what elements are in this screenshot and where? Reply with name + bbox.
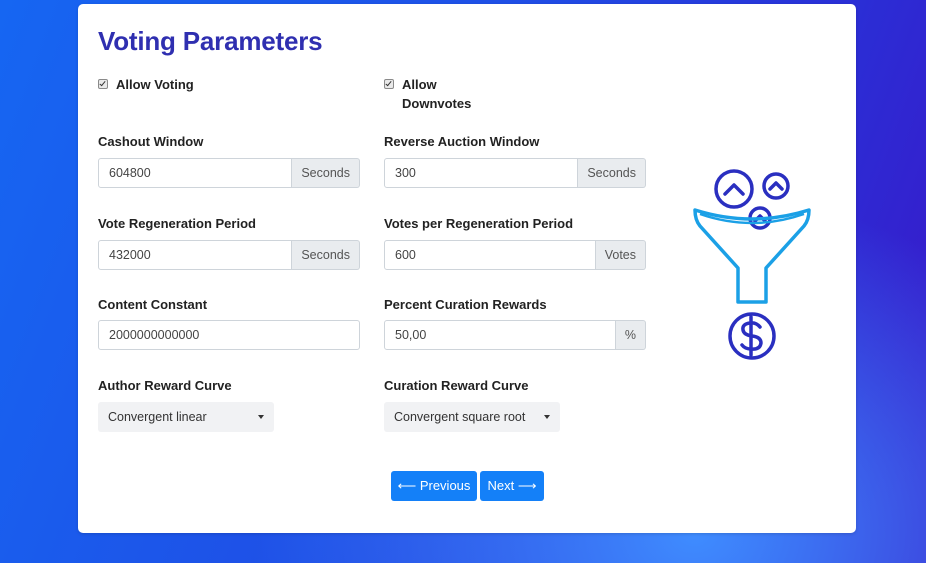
reverse-auction-window-unit: Seconds — [578, 158, 646, 188]
percent-curation-rewards-input[interactable]: 50,00 — [384, 320, 616, 350]
votes-per-regeneration-period-input[interactable]: 600 — [384, 240, 596, 270]
content-constant-input[interactable]: 2000000000000 — [98, 320, 360, 350]
chevron-down-icon — [544, 415, 550, 419]
dollar-coin-icon — [728, 312, 776, 360]
funnel-icon — [693, 208, 811, 304]
percent-curation-rewards-group: 50,00 % — [384, 320, 646, 350]
curation-reward-curve-select[interactable]: Convergent square root — [384, 402, 560, 432]
funnel-coins-dollar-icon — [693, 169, 811, 360]
allow-downvotes-checkbox[interactable] — [384, 79, 394, 89]
page-title: Voting Parameters — [98, 26, 323, 56]
allow-downvotes-label: Allow Downvotes — [402, 75, 471, 113]
percent-curation-rewards-unit: % — [615, 320, 646, 350]
author-reward-curve-select[interactable]: Convergent linear — [98, 402, 274, 432]
percent-curation-rewards-label: Percent Curation Rewards — [384, 297, 547, 312]
author-reward-curve-label: Author Reward Curve — [98, 378, 232, 393]
reverse-auction-window-group: 300 Seconds — [384, 158, 646, 188]
cashout-window-unit: Seconds — [292, 158, 360, 188]
curation-reward-curve-value: Convergent square root — [394, 410, 526, 424]
vote-regeneration-period-group: 432000 Seconds — [98, 240, 360, 270]
reverse-auction-window-label: Reverse Auction Window — [384, 134, 540, 149]
allow-voting-checkbox-row[interactable]: Allow Voting — [98, 75, 194, 94]
cashout-window-input[interactable]: 604800 — [98, 158, 293, 188]
next-button[interactable]: Next ⟶ — [480, 471, 544, 501]
votes-per-regeneration-period-group: 600 Votes — [384, 240, 646, 270]
upvote-coin-medium-icon — [762, 172, 790, 200]
chevron-down-icon — [258, 415, 264, 419]
allow-downvotes-label-line1: Allow — [402, 77, 437, 92]
content-constant-label: Content Constant — [98, 297, 208, 312]
allow-voting-label: Allow Voting — [116, 77, 194, 92]
cashout-window-group: 604800 Seconds — [98, 158, 360, 188]
voting-parameters-card: Voting Parameters Allow Voting Allow Dow… — [78, 4, 856, 533]
allow-voting-checkbox[interactable] — [98, 79, 108, 89]
cashout-window-label: Cashout Window — [98, 134, 204, 149]
votes-per-regeneration-period-label: Votes per Regeneration Period — [384, 216, 574, 231]
allow-downvotes-label-line2: Downvotes — [402, 96, 472, 111]
author-reward-curve-value: Convergent linear — [108, 410, 207, 424]
curation-reward-curve-label: Curation Reward Curve — [384, 378, 529, 393]
content-constant-group: 2000000000000 — [98, 320, 360, 350]
vote-regeneration-period-label: Vote Regeneration Period — [98, 216, 256, 231]
reverse-auction-window-input[interactable]: 300 — [384, 158, 579, 188]
previous-button[interactable]: ⟵ Previous — [391, 471, 477, 501]
upvote-coin-large-icon — [714, 169, 754, 209]
votes-per-regeneration-period-unit: Votes — [595, 240, 646, 270]
vote-regeneration-period-input[interactable]: 432000 — [98, 240, 293, 270]
vote-regeneration-period-unit: Seconds — [292, 240, 360, 270]
allow-downvotes-checkbox-row[interactable]: Allow Downvotes — [384, 75, 471, 113]
